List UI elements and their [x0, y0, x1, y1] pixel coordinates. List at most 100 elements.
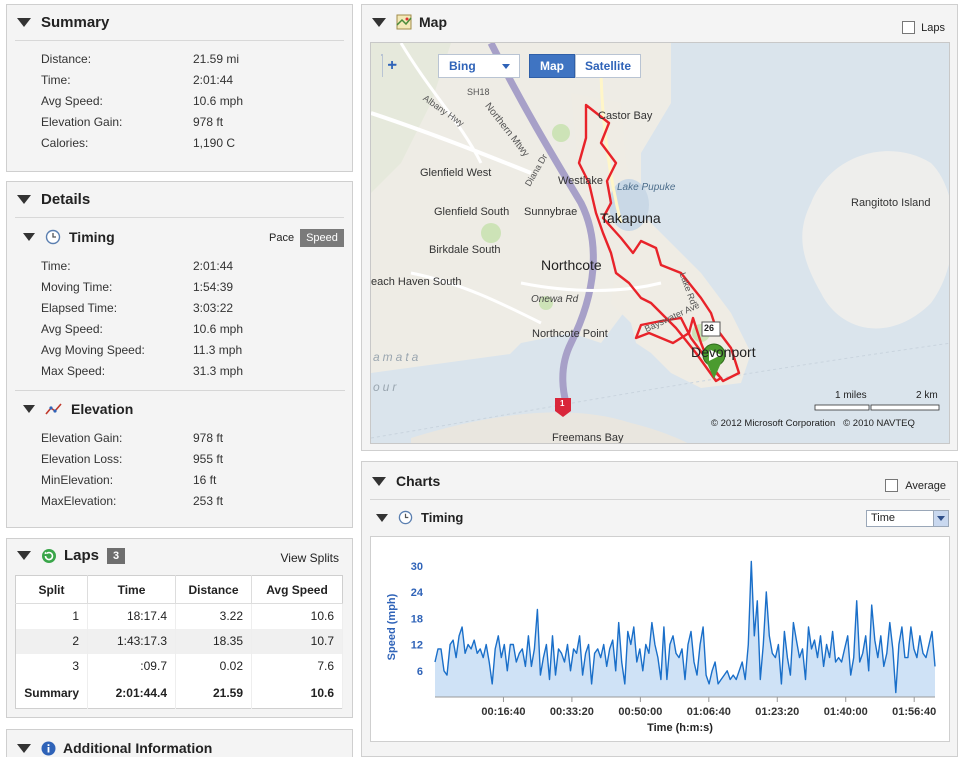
map-place-label: Sunnybrae	[524, 206, 578, 218]
x-tick-label: 00:50:00	[618, 706, 662, 718]
map-panel: Map Laps Castor Bay Glenfield West Westl…	[361, 4, 958, 451]
timing-label: Avg Moving Speed:	[41, 343, 145, 357]
map-title: Map	[419, 14, 447, 30]
table-cell: 18:17.4	[87, 603, 176, 629]
speed-toggle[interactable]: Speed	[300, 229, 344, 247]
summary-header[interactable]: Summary	[15, 5, 344, 41]
chart-metric-select[interactable]: Time	[866, 510, 949, 527]
timing-label: Avg Speed:	[41, 322, 103, 336]
charts-panel: Charts Average Timing Time 6 12 18 24 30 00:1…	[361, 461, 958, 757]
summary-value: 2:01:44	[193, 73, 234, 87]
map-provider-select[interactable]: Bing	[438, 54, 520, 78]
laps-table: Split Time Distance Avg Speed 1 18:17.4 …	[15, 575, 343, 709]
summary-label: Time:	[41, 73, 71, 87]
laps-header[interactable]: Laps 3	[17, 547, 126, 564]
elevation-icon	[45, 403, 62, 415]
summary-row: Summary 2:01:44.4 21.59 10.6	[15, 678, 343, 709]
charts-header[interactable]: Charts	[372, 473, 440, 489]
pace-speed-toggle[interactable]: Pace Speed	[263, 229, 344, 247]
collapse-triangle-icon[interactable]	[23, 233, 35, 241]
average-label: Average	[905, 479, 946, 492]
summary-label: Distance:	[41, 52, 92, 66]
x-tick-label: 01:06:40	[687, 706, 731, 718]
summary-panel: Summary Distance: 21.59 mi Time: 2:01:44 A…	[6, 4, 353, 172]
laps-count-badge: 3	[107, 547, 126, 564]
timing-value: 10.6 mph	[193, 322, 244, 336]
map-canvas[interactable]: Castor Bay Glenfield West Westlake Lake …	[370, 42, 950, 444]
summary-label: Calories:	[41, 136, 89, 150]
collapse-triangle-icon[interactable]	[17, 18, 31, 27]
column-header[interactable]: Time	[87, 575, 176, 604]
table-row[interactable]: 3 :09.7 0.02 7.6	[15, 653, 343, 679]
collapse-triangle-icon[interactable]	[23, 405, 35, 413]
collapse-triangle-icon[interactable]	[17, 743, 31, 753]
details-header[interactable]: Details	[15, 182, 344, 218]
elevation-label: MinElevation:	[41, 473, 114, 487]
collapse-triangle-icon[interactable]	[372, 476, 386, 486]
timing-label: Max Speed:	[41, 364, 106, 378]
table-row[interactable]: 2 1:43:17.3 18.35 10.7	[15, 628, 343, 654]
laps-checkbox-group[interactable]: Laps	[902, 21, 945, 34]
average-checkbox[interactable]	[885, 479, 899, 492]
table-cell: 21.59	[175, 678, 252, 709]
divider	[370, 499, 950, 500]
laps-title: Laps	[64, 547, 100, 564]
map-provider-value: Bing	[449, 59, 476, 73]
details-panel: Details Timing Pace Speed Time: 2:01:44 M…	[6, 181, 353, 528]
chart-timing-subheader[interactable]: Timing	[376, 510, 463, 525]
map-road-label: SH18	[467, 87, 490, 97]
additional-info-header[interactable]: Additional Information	[17, 740, 212, 756]
dropdown-arrow-icon	[933, 511, 948, 526]
map-place-label: Lake Pupuke	[617, 182, 676, 193]
x-tick-label: 01:40:00	[824, 706, 868, 718]
info-icon	[41, 741, 56, 755]
average-checkbox-group[interactable]: Average	[885, 479, 946, 492]
elevation-subheader[interactable]: Elevation	[23, 401, 133, 417]
map-mode-satellite-button[interactable]: Satellite	[575, 54, 641, 78]
details-title: Details	[41, 191, 91, 208]
map-place-label: Westlake	[558, 175, 604, 187]
motorway-1-label: 1	[560, 399, 565, 408]
collapse-triangle-icon[interactable]	[372, 17, 386, 27]
elevation-label: MaxElevation:	[41, 494, 117, 508]
table-cell: 3	[15, 653, 88, 679]
satellite-mode-label: Satellite	[584, 59, 632, 73]
map-header[interactable]: Map	[372, 14, 447, 30]
table-cell: 7.6	[251, 653, 343, 679]
laps-panel: Laps 3 View Splits Split Time Distance A…	[6, 538, 353, 718]
map-icon	[396, 14, 412, 30]
map-place-label: Birkdale South	[429, 244, 501, 256]
y-tick-label: 6	[417, 666, 423, 678]
table-cell: 0.02	[175, 653, 252, 679]
zoom-out-button[interactable]: −	[382, 55, 402, 77]
collapse-triangle-icon[interactable]	[376, 513, 388, 522]
elevation-label: Elevation Gain:	[41, 431, 123, 445]
zoom-controls: + −	[381, 54, 397, 77]
map-copyright: © 2012 Microsoft Corporation © 2010 NAVT…	[711, 418, 915, 429]
timing-subheader[interactable]: Timing	[23, 229, 115, 245]
column-header[interactable]: Avg Speed	[251, 575, 343, 604]
table-row[interactable]: 1 18:17.4 3.22 10.6	[15, 603, 343, 629]
collapse-triangle-icon[interactable]	[17, 551, 31, 560]
summary-value: 978 ft	[193, 115, 224, 129]
timing-label: Time:	[41, 259, 71, 273]
divider	[15, 390, 345, 391]
elevation-value: 16 ft	[193, 473, 217, 487]
y-axis-title: Speed (mph)	[386, 593, 398, 660]
elevation-title: Elevation	[71, 401, 134, 417]
collapse-triangle-icon[interactable]	[17, 195, 31, 204]
scale-km-label: 2 km	[916, 390, 938, 401]
table-cell: 1:43:17.3	[87, 628, 176, 654]
route-26-label: 26	[704, 323, 715, 333]
table-cell: 10.7	[251, 628, 343, 654]
column-header[interactable]: Distance	[175, 575, 252, 604]
view-splits-link[interactable]: View Splits	[281, 551, 339, 565]
timing-value: 1:54:39	[193, 280, 234, 294]
speed-chart-svg[interactable]: 6 12 18 24 30 00:16:40 00:33:20 00:50:00 01:06:4…	[371, 537, 949, 741]
y-tick-label: 18	[411, 613, 423, 625]
map-mode-map-button[interactable]: Map	[529, 54, 575, 78]
column-header[interactable]: Split	[15, 575, 88, 604]
speed-chart: 6 12 18 24 30 00:16:40 00:33:20 00:50:00 01:06:4…	[370, 536, 950, 742]
laps-checkbox[interactable]	[902, 21, 916, 34]
pace-toggle[interactable]: Pace	[263, 229, 300, 247]
